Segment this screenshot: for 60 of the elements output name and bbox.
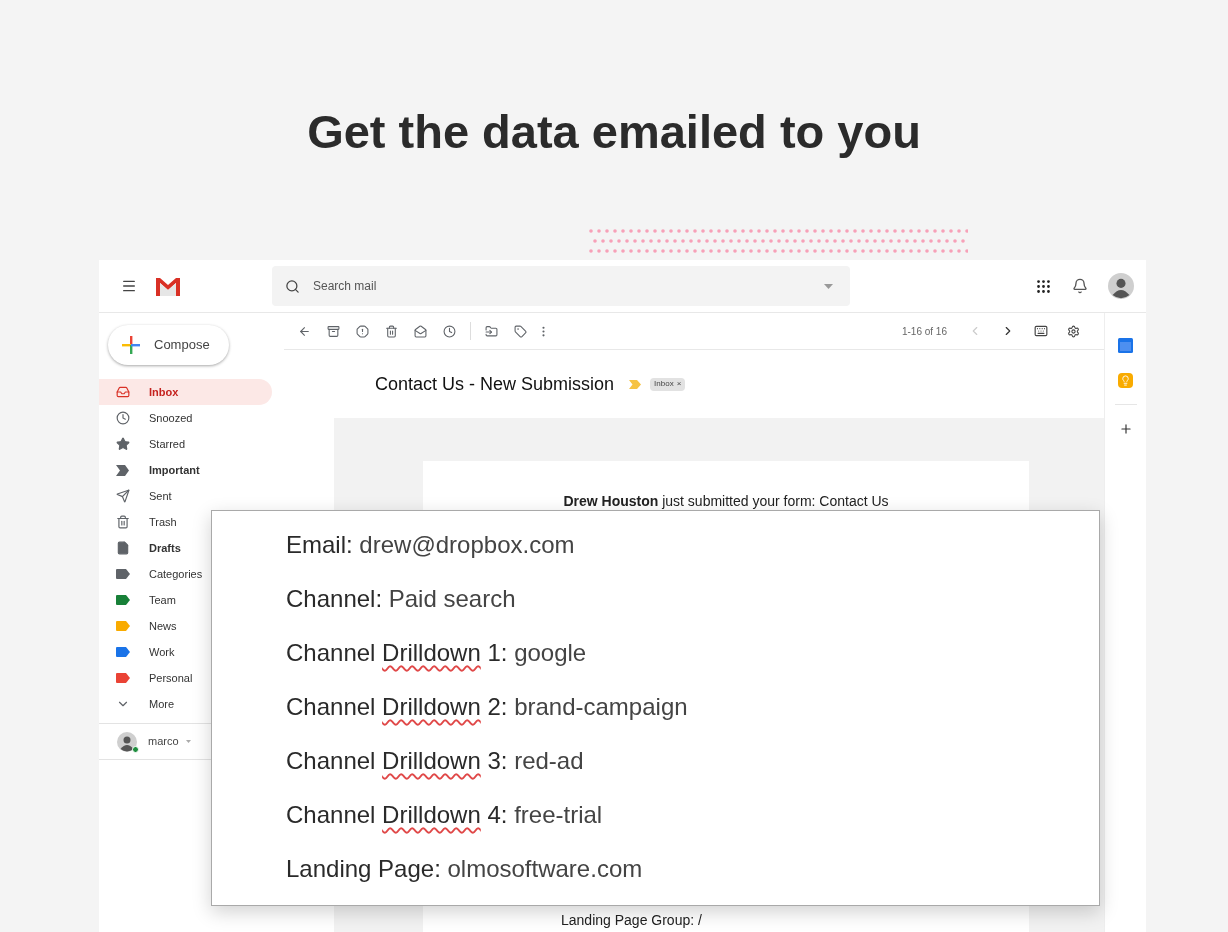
field-line: Channel Drilldown 3: red-ad [286, 747, 585, 775]
sidebar-item[interactable]: More [99, 691, 209, 717]
field-line: Channel Drilldown 4: free-trial [286, 801, 604, 829]
sidebar-item[interactable]: Inbox [99, 379, 272, 405]
user-avatar[interactable] [117, 731, 137, 752]
sidebar-item[interactable]: Team [99, 587, 209, 613]
important-marker-icon[interactable] [629, 379, 642, 389]
plus-icon [1118, 422, 1133, 436]
important-icon [116, 464, 129, 476]
tag-icon [514, 324, 527, 338]
pagination-text: 1-16 of 16 [901, 324, 947, 339]
open-envelope-icon [414, 324, 427, 338]
apps-grid-icon[interactable] [1035, 277, 1052, 295]
dropdown-caret-icon[interactable] [824, 283, 833, 289]
field-line: Landing Page: olmosoftware.com [286, 855, 644, 883]
send-icon [115, 489, 130, 503]
archive-box-icon [327, 324, 340, 338]
settings-icon [1067, 324, 1080, 338]
compose-button[interactable]: Compose [108, 325, 229, 365]
sidebar-item[interactable]: Starred [99, 431, 209, 457]
draft-icon [115, 541, 130, 555]
clock-icon [443, 324, 456, 338]
sidebar-item[interactable]: Snoozed [99, 405, 209, 431]
plus-icon [122, 336, 140, 354]
search-input[interactable]: Search mail [313, 277, 824, 295]
trash-icon [385, 324, 398, 338]
email-subject: Contact Us - New Submission [375, 372, 615, 396]
sidebar-item[interactable]: News [99, 613, 209, 639]
sidebar-item[interactable]: Categories [99, 561, 209, 587]
account-name[interactable]: marco [148, 733, 179, 750]
landing-page-group-text: Landing Page Group: / [561, 911, 703, 930]
folder-icon [485, 324, 498, 338]
submission-intro: Drew Houston just submitted your form: Contact Us [562, 492, 890, 511]
search-field[interactable]: Search mail [272, 266, 850, 306]
sidebar-item[interactable]: Drafts [99, 535, 209, 561]
search-icon [285, 278, 300, 294]
dropdown-caret-icon[interactable] [185, 740, 191, 743]
menu-icon [121, 278, 137, 294]
sidebar-item[interactable]: Sent [99, 483, 209, 509]
account-avatar[interactable] [1108, 273, 1134, 299]
field-line: Channel: Paid search [286, 585, 517, 613]
sidebar-item[interactable]: Trash [99, 509, 209, 535]
field-line: Channel Drilldown 1: google [286, 639, 588, 667]
clock-icon [115, 411, 130, 425]
keyboard-icon [1033, 324, 1048, 338]
notifications-icon[interactable] [1072, 278, 1088, 294]
sidebar-item[interactable]: Personal [99, 665, 209, 691]
headline: Get the data emailed to you [307, 104, 921, 160]
alert-icon [356, 324, 369, 338]
gmail-logo-icon[interactable] [154, 276, 182, 296]
field-line: Email: drew@dropbox.com [286, 531, 576, 559]
back-arrow-icon [298, 324, 311, 338]
field-line: Channel Drilldown 2: brand-campaign [286, 693, 689, 721]
online-status-icon [132, 745, 139, 753]
star-icon [115, 437, 130, 451]
trash-icon [115, 515, 130, 529]
inbox-icon [115, 385, 130, 399]
sidebar-item[interactable]: Important [99, 457, 209, 483]
inbox-tag: Inbox × [650, 377, 686, 391]
sidebar-item[interactable]: Work [99, 639, 209, 665]
